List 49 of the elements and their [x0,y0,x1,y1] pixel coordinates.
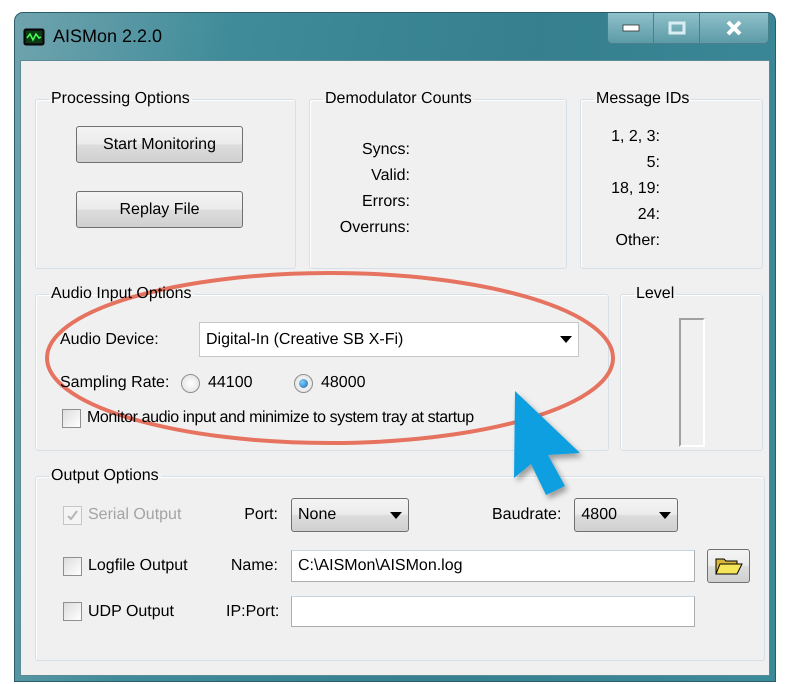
count-label: Syncs: [360,140,410,160]
action-button[interactable]: Start Monitoring [76,126,243,163]
field-label: Name: [230,556,278,576]
group-title: Message IDs [595,89,690,109]
caret-icon [560,336,572,343]
folder-icon [714,556,742,576]
group-title: Output Options [50,466,160,486]
caret-icon [659,512,672,518]
count-label: Overruns: [338,218,410,238]
message-id-label: 24: [636,205,660,225]
radio-button[interactable] [294,374,313,392]
radio-label: 48000 [321,373,366,393]
browse-button[interactable] [707,549,750,583]
minimize-button[interactable] [608,13,654,43]
message-id-label: 18, 19: [610,179,660,199]
count-label: Errors: [361,192,410,212]
filename-field[interactable]: C:\AISMon\AISMon.log [291,550,695,582]
field-label: Baudrate: [492,505,562,525]
checkbox[interactable] [62,408,81,428]
message-id-label: 1, 2, 3: [610,127,660,147]
minimize-icon [622,24,640,32]
field-label: Sampling Rate: [60,373,170,393]
app-icon [23,28,45,46]
window-title: AISMon 2.2.0 [53,25,162,48]
maximize-button[interactable] [654,13,700,43]
maximize-icon [668,21,686,35]
checkbox-label: Serial Output [88,505,182,525]
caret-icon [390,512,402,518]
checkbox[interactable] [63,602,82,621]
radio-label: 44100 [208,373,254,393]
group-title: Level [635,284,676,304]
close-icon [725,20,743,36]
message-id-label: Other: [614,231,660,251]
action-button[interactable]: Replay File [76,191,243,228]
field-label: IP:Port: [226,602,278,622]
count-label: Valid: [370,166,410,186]
ip-port-field[interactable] [291,596,695,627]
audio-device-dropdown[interactable]: Digital-In (Creative SB X-Fi) [199,322,579,357]
field-label: Port: [243,505,278,525]
radio-button[interactable] [181,374,200,392]
checkbox[interactable] [63,556,82,576]
checkbox-label: UDP Output [88,602,174,622]
field-label: Audio Device: [60,330,160,350]
message-id-label: 5: [646,153,660,173]
group-title: Processing Options [50,89,191,109]
checkbox-label: Logfile Output [88,556,188,576]
group-title: Demodulator Counts [324,89,473,109]
close-button[interactable] [700,13,768,43]
checkmark-icon [66,508,79,522]
